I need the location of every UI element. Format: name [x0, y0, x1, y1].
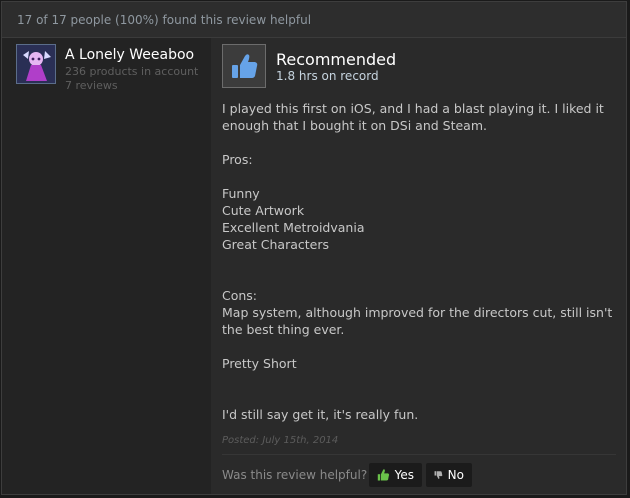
review-paragraph: I'd still say get it, it's really fun. — [222, 407, 419, 422]
avatar[interactable] — [16, 44, 56, 84]
vote-yes-button[interactable]: Yes — [369, 463, 422, 487]
posted-date: Posted: July 15th, 2014 — [222, 435, 339, 446]
review-text: I played this first on iOS, and I had a … — [222, 100, 617, 423]
recommended-badge — [222, 44, 266, 88]
review-paragraph: Cons: Map system, although improved for … — [222, 288, 613, 337]
author-reviews[interactable]: 7 reviews — [65, 79, 118, 92]
review-paragraph: Pretty Short — [222, 356, 297, 371]
helpful-question: Was this review helpful? — [222, 468, 368, 482]
author-name[interactable]: A Lonely Weeaboo — [65, 47, 194, 63]
review-paragraph: Pros: — [222, 152, 253, 167]
thumbs-up-icon — [377, 469, 390, 481]
avatar-image — [17, 45, 55, 83]
thumbs-up-icon — [232, 54, 258, 78]
helpful-header: 17 of 17 people (100%) found this review… — [2, 2, 626, 38]
divider — [222, 454, 616, 455]
vote-no-button[interactable]: No — [426, 463, 472, 487]
recommendation-label[interactable]: Recommended — [276, 50, 396, 69]
vote-no-label: No — [447, 468, 464, 482]
author-products[interactable]: 236 products in account — [65, 65, 198, 78]
review-paragraph: Funny Cute Artwork Excellent Metroidvani… — [222, 186, 365, 252]
helpful-count-text: 17 of 17 people (100%) found this review… — [17, 13, 312, 27]
review-paragraph: I played this first on iOS, and I had a … — [222, 101, 604, 133]
review-container: 17 of 17 people (100%) found this review… — [1, 1, 627, 495]
hours-on-record: 1.8 hrs on record — [276, 69, 379, 83]
vote-yes-label: Yes — [394, 468, 414, 482]
thumbs-down-icon — [434, 471, 443, 479]
